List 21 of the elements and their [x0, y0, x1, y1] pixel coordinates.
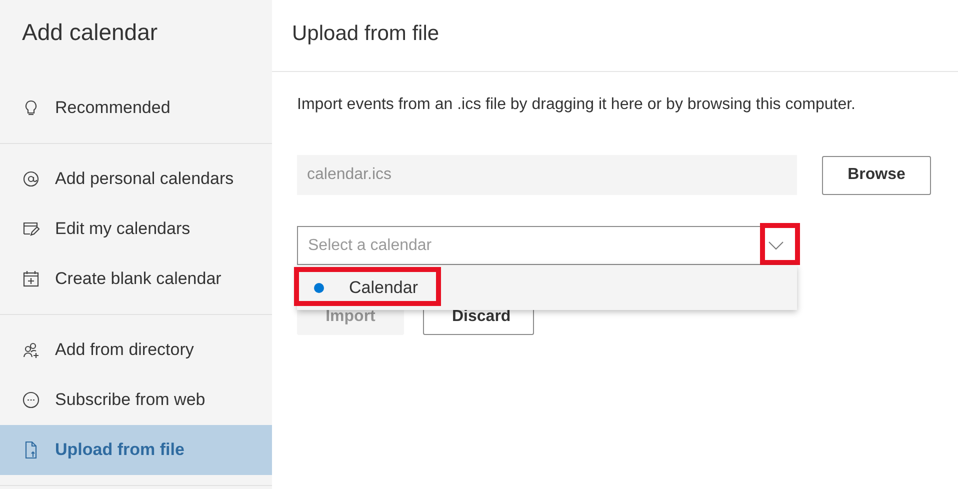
- calendar-plus-icon: [22, 270, 40, 288]
- sidebar-item[interactable]: Subscribe from web: [0, 375, 272, 425]
- page-title: Upload from file: [272, 0, 958, 72]
- sidebar-item[interactable]: Add from directory: [0, 325, 272, 375]
- sidebar-item[interactable]: Recommended: [0, 83, 272, 133]
- description-text: Import events from an .ics file by dragging it here or by browsing this computer.: [297, 95, 856, 115]
- at-sign-icon: [22, 170, 40, 188]
- option-label: Calendar: [349, 276, 418, 299]
- sidebar-item[interactable]: Edit my calendars: [0, 204, 272, 254]
- sidebar-title: Add calendar: [21, 18, 159, 47]
- sidebar-item[interactable]: Create blank calendar: [0, 254, 272, 304]
- file-field[interactable]: calendar.ics: [297, 155, 797, 195]
- chevron-down-icon: [768, 240, 784, 250]
- select-placeholder: Select a calendar: [308, 236, 433, 256]
- dropdown-option[interactable]: Calendar: [297, 265, 797, 310]
- sidebar-item[interactable]: Upload from file: [0, 425, 272, 475]
- browse-button[interactable]: Browse: [822, 156, 931, 194]
- sidebar-item[interactable]: Add personal calendars: [0, 154, 272, 204]
- ellipsis-circle-icon: [22, 391, 40, 409]
- people-add-icon: [22, 341, 40, 359]
- edit-calendar-icon: [22, 220, 40, 238]
